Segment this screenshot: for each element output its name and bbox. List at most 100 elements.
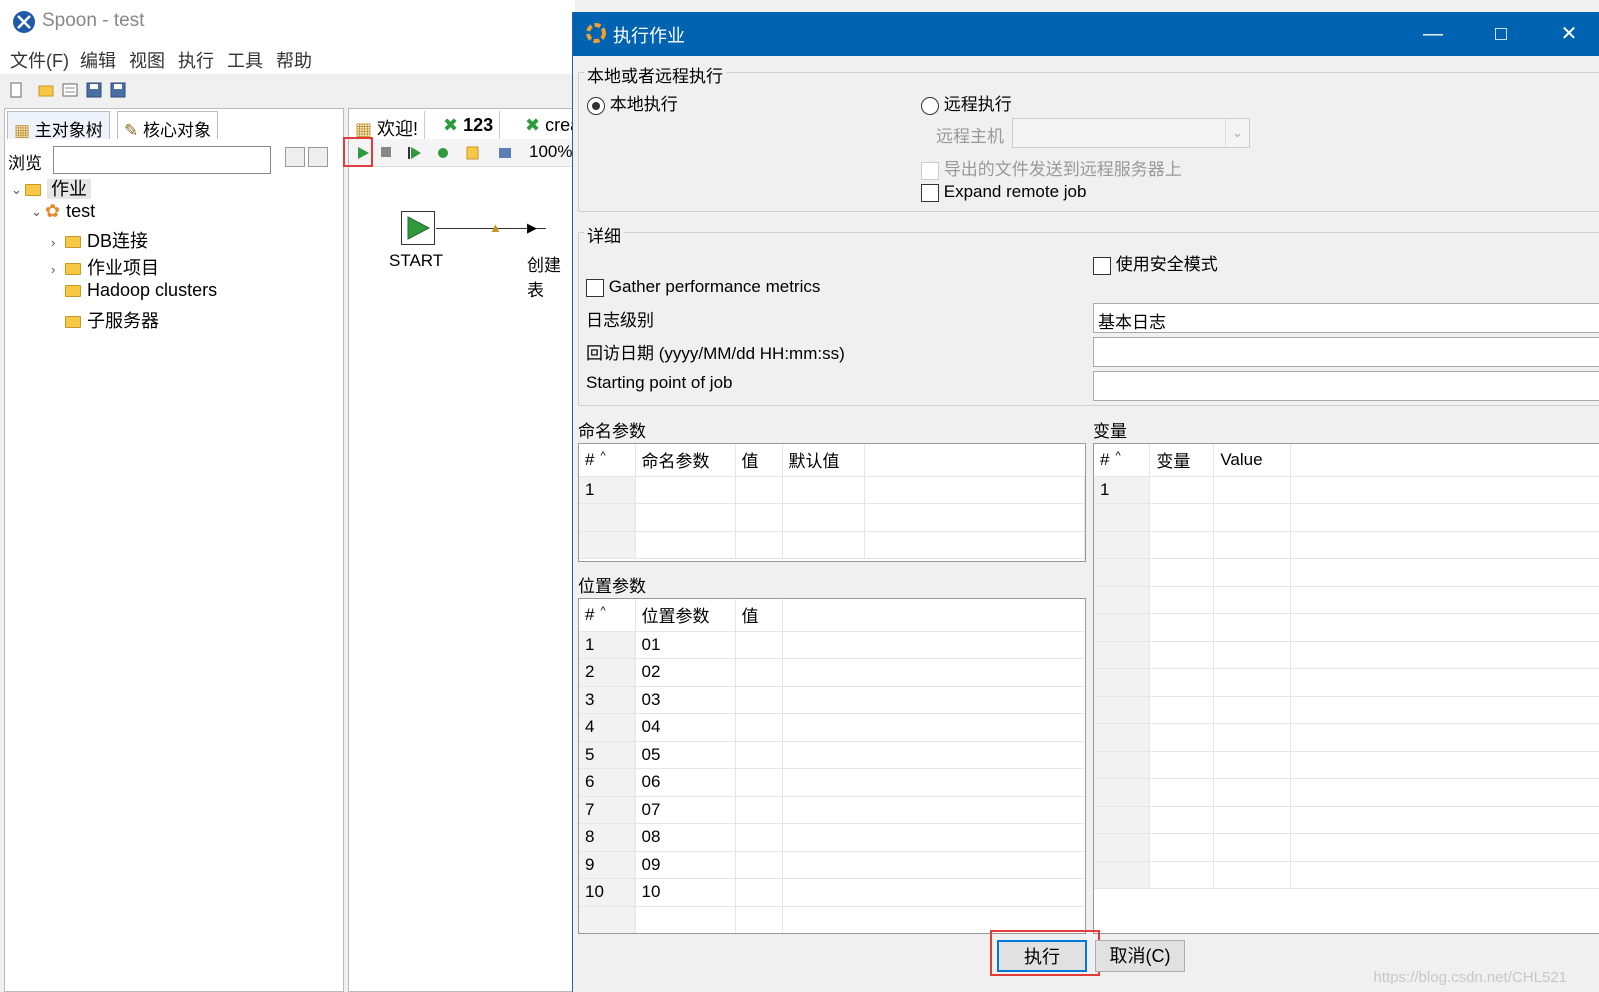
- value-cell[interactable]: [1213, 833, 1292, 862]
- remote-host-select[interactable]: ⌄: [1012, 118, 1250, 148]
- explore-icon[interactable]: [62, 82, 78, 98]
- variable-cell[interactable]: [1149, 723, 1215, 752]
- log-level-select[interactable]: 基本日志: [1093, 303, 1599, 333]
- col-header-param[interactable]: 命名参数: [635, 444, 736, 477]
- value-cell[interactable]: [735, 476, 783, 504]
- table-row[interactable]: 4 04: [579, 713, 1084, 742]
- expand-all-button[interactable]: [285, 147, 305, 167]
- table-row[interactable]: [1094, 806, 1599, 834]
- close-button[interactable]: ✕: [1549, 20, 1589, 48]
- value-cell[interactable]: [735, 631, 783, 659]
- variable-cell[interactable]: [1149, 531, 1215, 559]
- variable-cell[interactable]: [1149, 586, 1215, 614]
- tree-item-job-entries[interactable]: › 作业项目: [51, 254, 159, 278]
- chevron-right-icon[interactable]: ›: [51, 262, 65, 277]
- check-icon[interactable]: [465, 145, 481, 161]
- value-cell[interactable]: [1213, 558, 1292, 587]
- value-cell[interactable]: [1213, 723, 1292, 752]
- start-point-input[interactable]: [1093, 371, 1599, 401]
- param-cell[interactable]: 01: [635, 631, 736, 659]
- menu-view[interactable]: 视图: [129, 47, 165, 73]
- value-cell[interactable]: [1213, 586, 1292, 614]
- value-cell[interactable]: [735, 686, 783, 714]
- table-row[interactable]: [1094, 668, 1599, 697]
- remote-exec-radio[interactable]: [921, 96, 939, 115]
- expand-remote-checkbox[interactable]: [921, 183, 939, 202]
- execute-button[interactable]: 执行: [997, 940, 1087, 972]
- value-cell[interactable]: [735, 878, 783, 907]
- value-cell[interactable]: [735, 823, 783, 852]
- tab-123[interactable]: ✖ 123: [437, 111, 501, 141]
- browse-search-input[interactable]: [53, 146, 271, 174]
- table-row[interactable]: [579, 531, 1085, 559]
- value-cell[interactable]: [1213, 668, 1292, 697]
- variable-cell[interactable]: [1149, 696, 1215, 724]
- value-cell[interactable]: [735, 741, 783, 769]
- value-cell[interactable]: [1213, 696, 1292, 724]
- table-row[interactable]: [1094, 696, 1599, 724]
- col-header-index[interactable]: # ^: [1094, 444, 1151, 477]
- default-cell[interactable]: [782, 476, 865, 504]
- variable-cell[interactable]: [1149, 503, 1215, 532]
- table-row[interactable]: 5 05: [579, 741, 1084, 769]
- stop-icon[interactable]: [379, 145, 393, 159]
- param-cell[interactable]: 06: [635, 768, 736, 797]
- table-row[interactable]: 7 07: [579, 796, 1084, 824]
- table-row[interactable]: [1094, 531, 1599, 559]
- param-cell[interactable]: 05: [635, 741, 736, 769]
- menu-file[interactable]: 文件(F): [10, 47, 69, 73]
- table-row[interactable]: [579, 503, 1085, 532]
- value-cell[interactable]: [735, 768, 783, 797]
- value-cell[interactable]: [1213, 613, 1292, 642]
- replay-icon[interactable]: [407, 145, 423, 161]
- table-row[interactable]: 2 02: [579, 658, 1084, 687]
- value-cell[interactable]: [735, 531, 783, 559]
- param-cell[interactable]: 04: [635, 713, 736, 742]
- table-row[interactable]: 6 06: [579, 768, 1084, 797]
- tab-main-object-tree[interactable]: ▦ 主对象树: [7, 111, 110, 140]
- maximize-button[interactable]: □: [1481, 20, 1521, 48]
- table-row[interactable]: 1 01: [579, 631, 1084, 659]
- safe-mode-checkbox[interactable]: [1093, 256, 1111, 275]
- value-cell[interactable]: [1213, 503, 1292, 532]
- col-header-value[interactable]: Value: [1213, 444, 1292, 477]
- menu-help[interactable]: 帮助: [276, 47, 312, 73]
- variable-cell[interactable]: [1149, 613, 1215, 642]
- sql-icon[interactable]: [497, 145, 513, 161]
- chevron-right-icon[interactable]: ›: [51, 235, 65, 250]
- default-cell[interactable]: [782, 531, 865, 559]
- menu-tools[interactable]: 工具: [227, 47, 263, 73]
- param-cell[interactable]: [635, 906, 736, 933]
- param-cell[interactable]: [635, 476, 736, 504]
- value-cell[interactable]: [735, 851, 783, 879]
- variable-cell[interactable]: [1149, 861, 1215, 889]
- tree-item-test[interactable]: ⌄ ✿ test: [31, 201, 95, 225]
- value-cell[interactable]: [735, 713, 783, 742]
- table-row[interactable]: 9 09: [579, 851, 1084, 879]
- menu-edit[interactable]: 编辑: [80, 47, 116, 73]
- collapse-all-button[interactable]: [308, 147, 328, 167]
- table-row[interactable]: 1: [579, 476, 1085, 504]
- table-row[interactable]: 3 03: [579, 686, 1084, 714]
- param-cell[interactable]: [635, 503, 736, 532]
- value-cell[interactable]: [735, 906, 783, 933]
- variable-cell[interactable]: [1149, 641, 1215, 669]
- table-row[interactable]: [1094, 833, 1599, 862]
- remote-exec-option[interactable]: 远程执行: [921, 90, 1012, 115]
- table-row[interactable]: [1094, 751, 1599, 779]
- tree-item-hadoop-clusters[interactable]: Hadoop clusters: [65, 280, 217, 304]
- variable-cell[interactable]: [1149, 668, 1215, 697]
- send-files-option[interactable]: 导出的文件发送到远程服务器上: [921, 155, 1182, 180]
- param-cell[interactable]: 03: [635, 686, 736, 714]
- minimize-button[interactable]: —: [1413, 20, 1453, 48]
- value-cell[interactable]: [1213, 806, 1292, 834]
- col-header-variable[interactable]: 变量: [1149, 444, 1215, 477]
- variable-cell[interactable]: [1149, 476, 1215, 504]
- save-icon[interactable]: [86, 82, 102, 98]
- value-cell[interactable]: [1213, 641, 1292, 669]
- tree-item-db-connections[interactable]: › DB连接: [51, 227, 148, 251]
- gather-metrics-checkbox[interactable]: [586, 278, 604, 297]
- variable-cell[interactable]: [1149, 806, 1215, 834]
- variable-cell[interactable]: [1149, 833, 1215, 862]
- table-row[interactable]: [1094, 861, 1599, 889]
